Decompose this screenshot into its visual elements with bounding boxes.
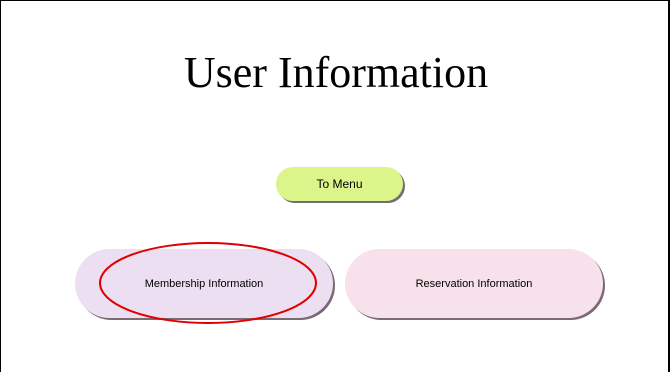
to-menu-button-label: To Menu <box>316 177 363 191</box>
page-title: User Information <box>183 48 489 97</box>
membership-information-label: Membership Information <box>144 277 264 290</box>
to-menu-button[interactable]: To Menu <box>276 167 403 201</box>
membership-information-button[interactable]: Membership Information <box>75 249 333 318</box>
slide-frame: User Information To Menu Membership Info… <box>0 0 670 372</box>
reservation-information-button[interactable]: Reservation Information <box>345 249 603 318</box>
reservation-information-label: Reservation Information <box>415 277 533 290</box>
